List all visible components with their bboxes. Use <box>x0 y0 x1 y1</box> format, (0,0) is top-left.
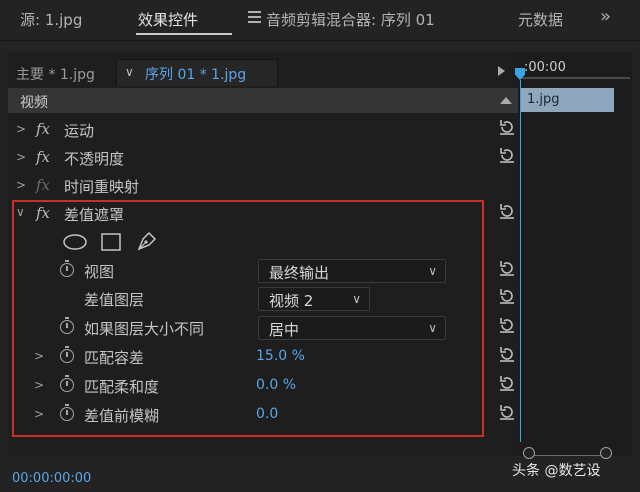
more-panels-icon[interactable]: » <box>600 6 611 27</box>
effect-row-opacity[interactable]: > fx 不透明度 <box>8 144 518 172</box>
tab-metadata[interactable]: 元数据 <box>518 9 563 30</box>
timeline-area <box>518 52 632 456</box>
reset-icon[interactable] <box>498 345 516 363</box>
reset-icon[interactable] <box>498 374 516 392</box>
panel-menu-icon[interactable] <box>248 11 261 23</box>
fx-icon[interactable]: fx <box>36 120 50 138</box>
timeline-clip[interactable]: 1.jpg <box>521 88 614 112</box>
section-title: 视频 <box>20 95 48 111</box>
scroll-handle-left[interactable] <box>523 447 535 459</box>
reset-icon[interactable] <box>498 403 516 421</box>
reset-icon[interactable] <box>498 287 516 305</box>
chevron-right-icon[interactable]: > <box>16 122 26 136</box>
reset-icon[interactable] <box>498 259 516 277</box>
master-clip-label[interactable]: 主要 * 1.jpg <box>16 64 95 84</box>
video-section-header[interactable]: 视频 <box>8 88 518 113</box>
effect-row-motion[interactable]: > fx 运动 <box>8 116 518 144</box>
current-timecode[interactable]: 00:00:00:00 <box>12 471 91 486</box>
tab-audio-clip-mixer[interactable]: 音频剪辑混合器: 序列 01 <box>266 9 435 30</box>
timeline-time-label: :00:00 <box>524 60 566 75</box>
source-bar: 主要 * 1.jpg ∨ 序列 01 * 1.jpg <box>8 58 518 86</box>
active-tab-indicator <box>136 33 232 35</box>
timeline-ruler[interactable] <box>520 77 630 79</box>
show-timeline-arrow-icon[interactable] <box>498 66 505 76</box>
effect-row-time-remapping[interactable]: > fx 时间重映射 <box>8 172 518 200</box>
reset-icon[interactable] <box>498 146 516 164</box>
panel-tab-bar: 源: 1.jpg 效果控件 音频剪辑混合器: 序列 01 元数据 » <box>0 0 640 41</box>
fx-icon[interactable]: fx <box>36 148 50 166</box>
highlight-box <box>12 200 484 437</box>
chevron-right-icon[interactable]: > <box>16 150 26 164</box>
effect-label: 不透明度 <box>64 150 125 168</box>
chevron-down-icon: ∨ <box>125 65 134 79</box>
fx-icon: fx <box>36 176 51 194</box>
timeline-zoom-scrollbar[interactable] <box>528 455 608 456</box>
effect-label: 运动 <box>64 122 95 140</box>
clip-label: 1.jpg <box>527 92 560 107</box>
sequence-clip-selector[interactable]: ∨ 序列 01 * 1.jpg <box>116 59 278 86</box>
effect-label: 时间重映射 <box>64 178 140 196</box>
reset-icon[interactable] <box>498 316 516 334</box>
reset-icon[interactable] <box>498 118 516 136</box>
chevron-right-icon[interactable]: > <box>16 178 26 192</box>
sequence-clip-label: 序列 01 * 1.jpg <box>145 67 247 83</box>
reset-icon[interactable] <box>498 202 516 220</box>
tab-effect-controls[interactable]: 效果控件 <box>138 9 198 30</box>
collapse-triangle-icon[interactable] <box>500 97 512 104</box>
playhead-line <box>520 80 521 442</box>
tab-source[interactable]: 源: 1.jpg <box>20 9 82 30</box>
watermark-text: 头条 @数艺设 <box>512 463 601 479</box>
scroll-handle-right[interactable] <box>600 447 612 459</box>
